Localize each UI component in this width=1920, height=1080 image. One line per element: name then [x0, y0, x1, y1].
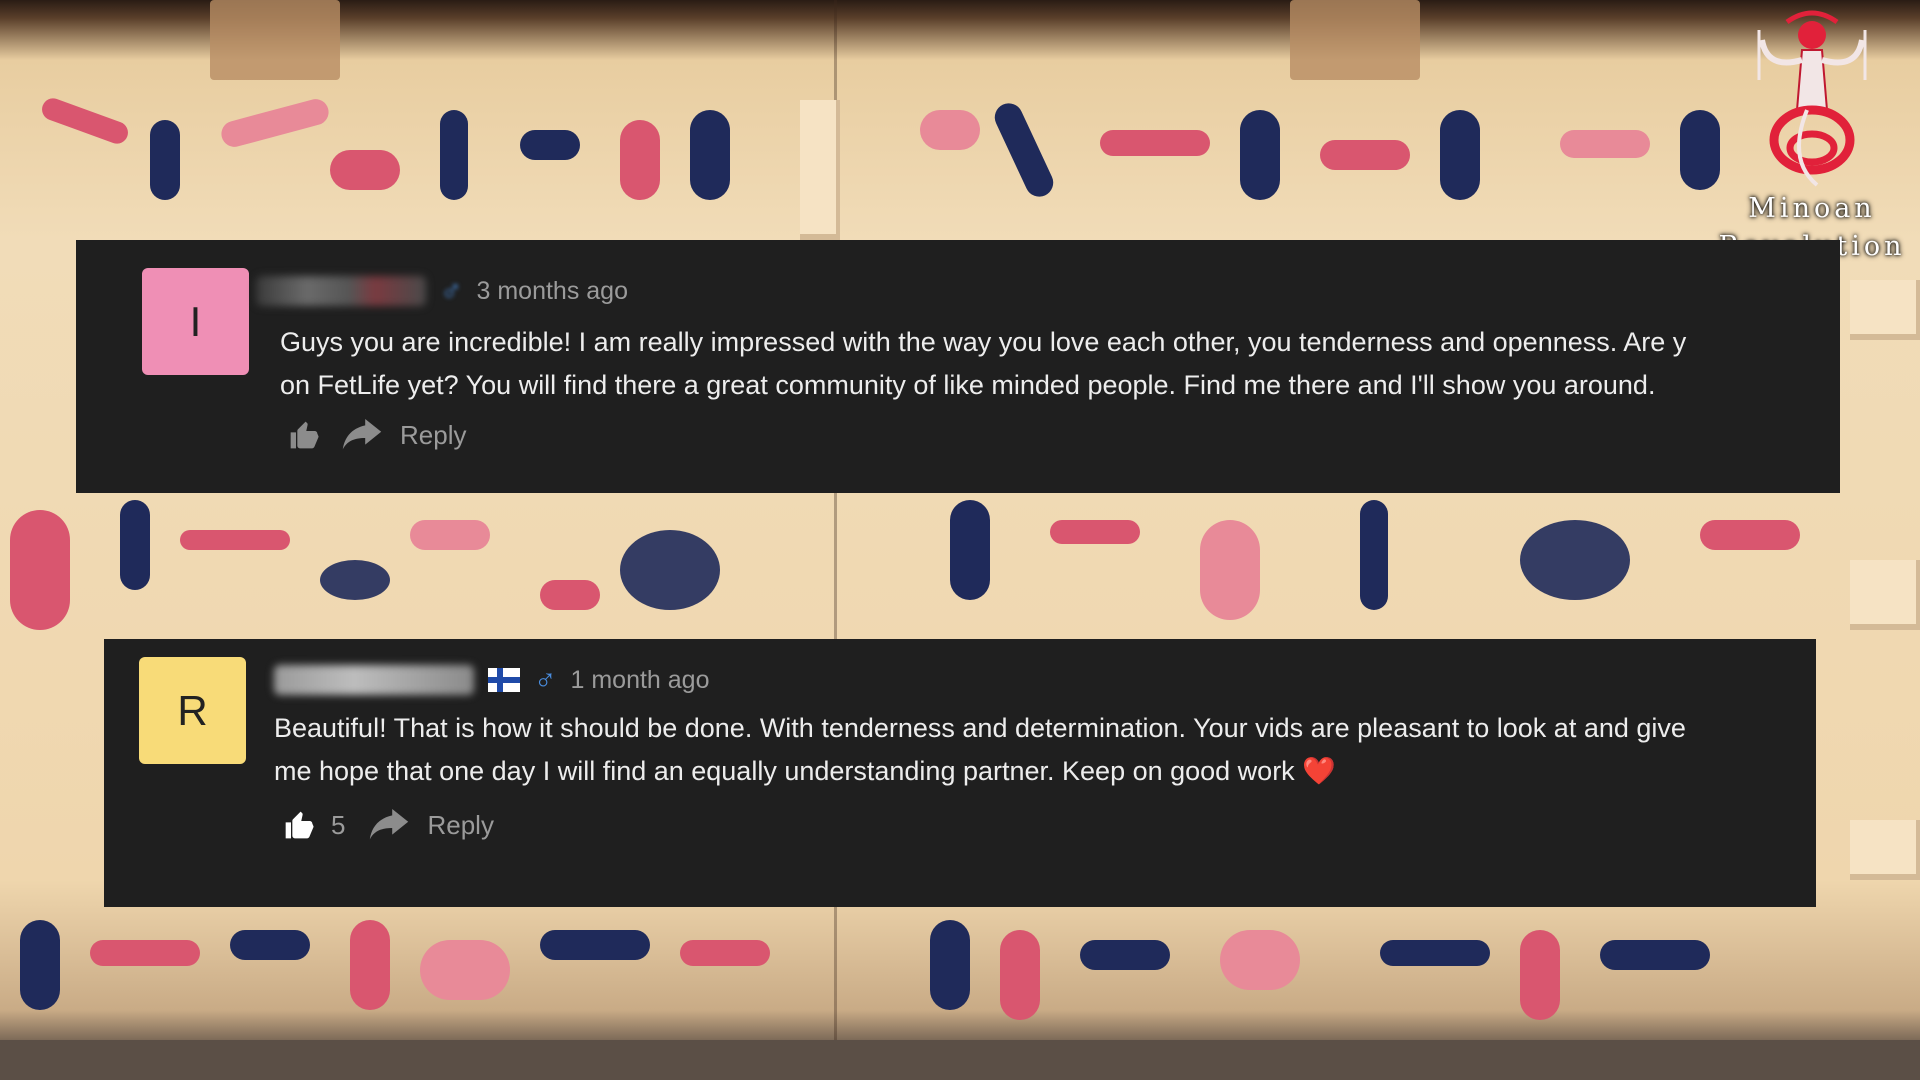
comment-text-body: Beautiful! That is how it should be done…	[274, 713, 1686, 786]
avatar[interactable]: I	[142, 268, 249, 375]
comment-actions: Reply	[284, 417, 466, 453]
comment-card: R ♂ 1 month ago Beautiful! That is how i…	[104, 639, 1816, 907]
thumbs-up-icon[interactable]	[279, 807, 319, 843]
logo-line-1: Minoan	[1748, 193, 1876, 224]
male-symbol-icon: ♂	[534, 663, 557, 696]
thumbs-up-icon[interactable]	[284, 417, 324, 453]
avatar-letter: R	[177, 686, 208, 734]
avatar-letter: I	[189, 297, 202, 345]
avatar[interactable]: R	[139, 657, 246, 764]
comment-meta: ♂ 1 month ago	[274, 663, 710, 697]
stone-block	[1850, 560, 1920, 630]
comment-text: Beautiful! That is how it should be done…	[274, 707, 1814, 797]
male-symbol-icon: ♂	[440, 274, 463, 307]
comment-text: Guys you are incredible! I am really imp…	[280, 327, 1687, 400]
reply-arrow-icon[interactable]	[369, 807, 409, 843]
username-redacted[interactable]	[256, 276, 426, 306]
reply-button[interactable]: Reply	[400, 420, 466, 451]
finland-flag-icon	[488, 668, 520, 692]
like-count: 5	[331, 809, 346, 840]
stone-block	[800, 100, 840, 240]
username-redacted[interactable]	[274, 665, 474, 695]
background-mural	[0, 0, 1920, 1080]
heart-emoji-icon: ❤️	[1302, 756, 1336, 786]
reply-arrow-icon[interactable]	[342, 417, 382, 453]
stone-block	[1850, 820, 1920, 880]
comment-meta: ♂ 3 months ago	[256, 274, 628, 308]
timestamp[interactable]: 1 month ago	[571, 666, 710, 695]
floor	[0, 1040, 1920, 1080]
brick	[1290, 0, 1420, 80]
comment-actions: 5 Reply	[279, 807, 494, 843]
reply-button[interactable]: Reply	[427, 810, 493, 841]
comment-card: I ♂ 3 months ago Guys you are incredible…	[76, 240, 1840, 493]
goddess-snake-icon	[1757, 10, 1867, 187]
brick	[210, 0, 340, 80]
timestamp[interactable]: 3 months ago	[477, 277, 629, 306]
stone-block	[1850, 280, 1920, 340]
